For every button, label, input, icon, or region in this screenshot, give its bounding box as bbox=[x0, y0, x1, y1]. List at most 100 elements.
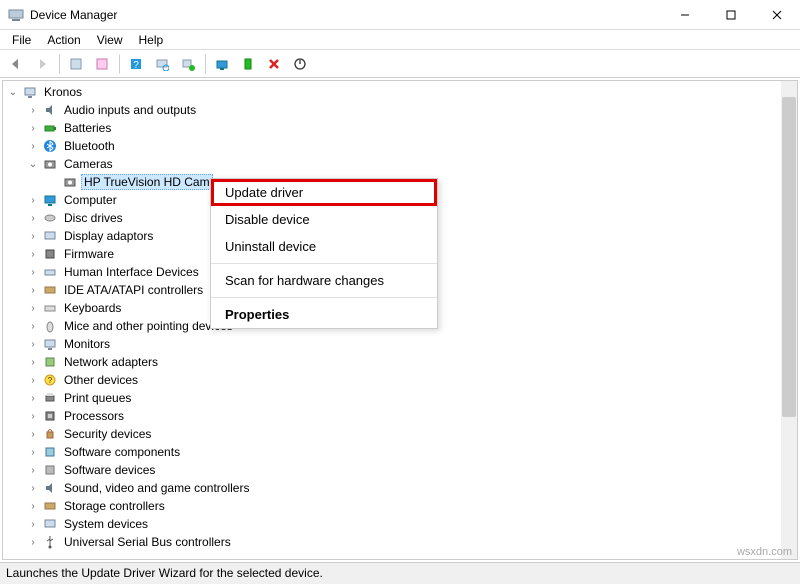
expand-icon[interactable]: › bbox=[27, 123, 39, 134]
forward-button[interactable] bbox=[30, 52, 54, 76]
tree-root[interactable]: ⌄ Kronos bbox=[5, 83, 795, 101]
expand-icon[interactable]: › bbox=[27, 195, 39, 206]
expand-icon[interactable]: › bbox=[27, 267, 39, 278]
refresh-button[interactable] bbox=[288, 52, 312, 76]
window-title: Device Manager bbox=[30, 8, 662, 22]
status-bar: Launches the Update Driver Wizard for th… bbox=[0, 562, 800, 584]
ctx-separator bbox=[211, 263, 437, 264]
ctx-update-driver[interactable]: Update driver bbox=[211, 179, 437, 206]
tree-label: Display adaptors bbox=[61, 228, 156, 244]
monitor-icon bbox=[42, 336, 58, 352]
tree-item-storage[interactable]: ›Storage controllers bbox=[5, 497, 795, 515]
uninstall-button[interactable] bbox=[236, 52, 260, 76]
maximize-button[interactable] bbox=[708, 0, 754, 29]
tree-label: Network adapters bbox=[61, 354, 161, 370]
vertical-scrollbar[interactable] bbox=[781, 81, 797, 559]
expand-icon[interactable]: › bbox=[27, 501, 39, 512]
tree-item-security[interactable]: › Security devices bbox=[5, 425, 795, 443]
menu-help[interactable]: Help bbox=[131, 31, 172, 49]
tree-item-print[interactable]: ›Print queues bbox=[5, 389, 795, 407]
tree-label: Sound, video and game controllers bbox=[61, 480, 252, 496]
tree-label: Security devices bbox=[61, 426, 154, 442]
expand-icon[interactable]: › bbox=[27, 375, 39, 386]
properties-button[interactable] bbox=[90, 52, 114, 76]
ctx-properties[interactable]: Properties bbox=[211, 301, 437, 328]
collapse-icon[interactable]: ⌄ bbox=[7, 87, 19, 98]
menu-view[interactable]: View bbox=[89, 31, 131, 49]
tree-item-system[interactable]: ›System devices bbox=[5, 515, 795, 533]
show-hidden-button[interactable] bbox=[64, 52, 88, 76]
tree-item-batteries[interactable]: ›Batteries bbox=[5, 119, 795, 137]
expand-icon[interactable]: › bbox=[27, 447, 39, 458]
ctx-uninstall-device[interactable]: Uninstall device bbox=[211, 233, 437, 260]
tree-item-audio[interactable]: › Audio inputs and outputs bbox=[5, 101, 795, 119]
expand-icon[interactable]: › bbox=[27, 321, 39, 332]
tree-label-selected: HP TrueVision HD Cam bbox=[81, 174, 213, 190]
toolbar: ? bbox=[0, 50, 800, 78]
mouse-icon bbox=[42, 318, 58, 334]
disable-button[interactable] bbox=[262, 52, 286, 76]
software-icon bbox=[42, 462, 58, 478]
printer-icon bbox=[42, 390, 58, 406]
separator bbox=[204, 54, 206, 74]
tree-item-processors[interactable]: › Processors bbox=[5, 407, 795, 425]
ctx-separator bbox=[211, 297, 437, 298]
tree-item-bluetooth[interactable]: › Bluetooth bbox=[5, 137, 795, 155]
cpu-icon bbox=[42, 408, 58, 424]
tree-label: Software devices bbox=[61, 462, 158, 478]
camera-icon bbox=[62, 174, 78, 190]
tree-item-swcomp[interactable]: ›Software components bbox=[5, 443, 795, 461]
ctx-disable-device[interactable]: Disable device bbox=[211, 206, 437, 233]
collapse-icon[interactable]: ⌄ bbox=[27, 159, 39, 170]
menu-file[interactable]: File bbox=[4, 31, 39, 49]
tree-item-swdev[interactable]: › Software devices bbox=[5, 461, 795, 479]
component-icon bbox=[42, 444, 58, 460]
tree-label: Firmware bbox=[61, 246, 117, 262]
add-legacy-button[interactable] bbox=[176, 52, 200, 76]
tree-label: Monitors bbox=[61, 336, 113, 352]
tree-label: Bluetooth bbox=[61, 138, 118, 154]
expand-icon[interactable]: › bbox=[27, 483, 39, 494]
update-driver-button[interactable] bbox=[210, 52, 234, 76]
expand-icon[interactable]: › bbox=[27, 303, 39, 314]
tree-item-usb[interactable]: ›Universal Serial Bus controllers bbox=[5, 533, 795, 551]
tree-item-sound[interactable]: › Sound, video and game controllers bbox=[5, 479, 795, 497]
network-icon bbox=[42, 354, 58, 370]
tree-label: Computer bbox=[61, 192, 120, 208]
expand-icon[interactable]: › bbox=[27, 231, 39, 242]
menu-action[interactable]: Action bbox=[39, 31, 88, 49]
expand-icon[interactable]: › bbox=[27, 339, 39, 350]
tree-item-cameras[interactable]: ⌄Cameras bbox=[5, 155, 795, 173]
expand-icon[interactable]: › bbox=[27, 249, 39, 260]
scan-button[interactable] bbox=[150, 52, 174, 76]
tree-item-monitors[interactable]: › Monitors bbox=[5, 335, 795, 353]
ctx-label: Scan for hardware changes bbox=[225, 273, 384, 288]
disc-icon bbox=[42, 210, 58, 226]
tree-label: Processors bbox=[61, 408, 127, 424]
watermark: wsxdn.com bbox=[737, 546, 792, 558]
expand-icon[interactable]: › bbox=[27, 213, 39, 224]
tree-item-network[interactable]: › Network adapters bbox=[5, 353, 795, 371]
scroll-thumb[interactable] bbox=[782, 97, 796, 417]
expand-icon[interactable]: › bbox=[27, 537, 39, 548]
ctx-scan-hardware[interactable]: Scan for hardware changes bbox=[211, 267, 437, 294]
tree-label: Audio inputs and outputs bbox=[61, 102, 199, 118]
help-button[interactable]: ? bbox=[124, 52, 148, 76]
expand-icon[interactable]: › bbox=[27, 465, 39, 476]
minimize-button[interactable] bbox=[662, 0, 708, 29]
expand-icon[interactable]: › bbox=[27, 105, 39, 116]
expand-icon[interactable]: › bbox=[27, 285, 39, 296]
expand-icon[interactable]: › bbox=[27, 429, 39, 440]
expand-icon[interactable]: › bbox=[27, 357, 39, 368]
expand-icon[interactable]: › bbox=[27, 393, 39, 404]
hid-icon bbox=[42, 264, 58, 280]
expand-icon[interactable]: › bbox=[27, 141, 39, 152]
keyboard-icon bbox=[42, 300, 58, 316]
battery-icon bbox=[42, 120, 58, 136]
close-button[interactable] bbox=[754, 0, 800, 29]
ctx-label: Disable device bbox=[225, 212, 310, 227]
expand-icon[interactable]: › bbox=[27, 519, 39, 530]
expand-icon[interactable]: › bbox=[27, 411, 39, 422]
back-button[interactable] bbox=[4, 52, 28, 76]
tree-item-other[interactable]: ›?Other devices bbox=[5, 371, 795, 389]
